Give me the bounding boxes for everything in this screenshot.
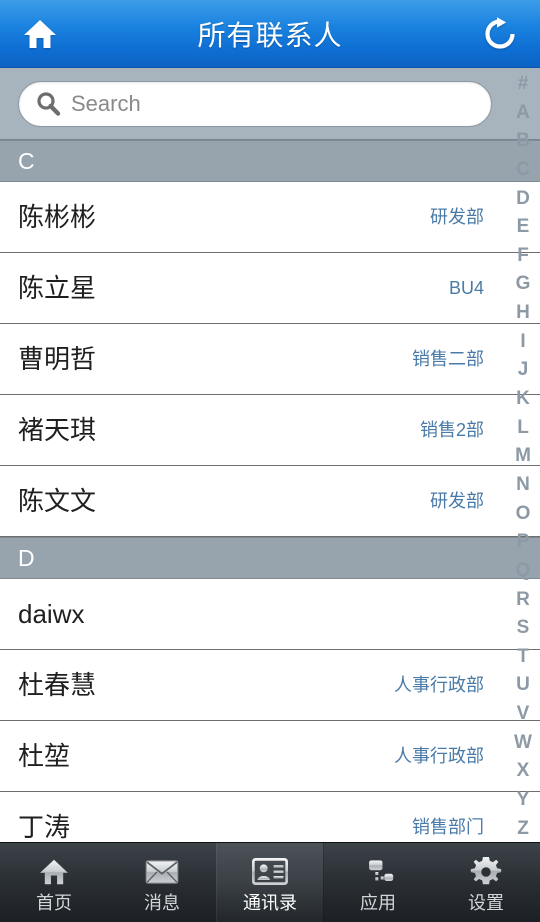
contact-name: 褚天琪 (18, 415, 97, 445)
index-letter-o[interactable]: O (506, 504, 540, 523)
index-letter-i[interactable]: I (506, 332, 540, 351)
index-letter-v[interactable]: V (506, 704, 540, 723)
contact-card-icon (252, 855, 288, 889)
tab-contacts[interactable]: 通讯录 (216, 843, 324, 922)
index-letter-e[interactable]: E (506, 217, 540, 236)
index-letter-z[interactable]: Z (506, 819, 540, 838)
contact-row[interactable]: 陈文文 研发部 (0, 466, 540, 537)
contact-row[interactable]: 陈立星 BU4 (0, 253, 540, 324)
tab-label: 通讯录 (243, 892, 297, 913)
index-letter-y[interactable]: Y (506, 790, 540, 809)
tab-label: 应用 (360, 892, 396, 913)
contact-name: 曹明哲 (18, 344, 97, 374)
refresh-icon (482, 16, 518, 52)
index-letter-f[interactable]: F (506, 246, 540, 265)
index-letter-n[interactable]: N (506, 475, 540, 494)
home-icon (39, 855, 69, 889)
contact-name: 杜堃 (18, 741, 71, 771)
index-letter-g[interactable]: G (506, 274, 540, 293)
bottom-tab-bar: 首页 消息 通讯录 应用 设置 (0, 842, 540, 922)
contact-name: 陈立星 (18, 273, 97, 303)
search-box[interactable] (18, 80, 492, 127)
contact-name: daiwx (18, 599, 85, 629)
contact-name: 杜春慧 (18, 670, 97, 700)
contact-row[interactable]: 褚天琪 销售2部 (0, 395, 540, 466)
index-letter-s[interactable]: S (506, 618, 540, 637)
search-input[interactable] (71, 82, 491, 125)
contact-list[interactable]: C 陈彬彬 研发部 陈立星 BU4 曹明哲 销售二部 褚天琪 销售2部 陈文文 研发部 Ddaiwx 杜… (0, 140, 540, 842)
tab-messages[interactable]: 消息 (108, 843, 216, 922)
section-header-d: D (0, 537, 540, 579)
index-letter-a[interactable]: A (506, 103, 540, 122)
index-letter-r[interactable]: R (506, 590, 540, 609)
index-letter-d[interactable]: D (506, 189, 540, 208)
app-header: 所有联系人 (0, 0, 540, 68)
index-letter-hash[interactable]: # (506, 74, 540, 93)
contact-row[interactable]: 丁涛 销售部门 (0, 792, 540, 842)
index-letter-x[interactable]: X (506, 761, 540, 780)
refresh-button[interactable] (464, 0, 536, 68)
tab-home[interactable]: 首页 (0, 843, 108, 922)
alphabet-index[interactable]: # A B C D E F G H I J K L M N O P Q R S T U V W X Y Z (506, 68, 540, 842)
contact-row[interactable]: 陈彬彬 研发部 (0, 182, 540, 253)
contacts-screen: 所有联系人 C陈彬彬研发部陈立星BU4曹明哲销售二部褚天琪销售2部陈文文研发部D… (0, 0, 540, 922)
contact-name: 陈彬彬 (18, 202, 97, 232)
tab-label: 消息 (144, 892, 180, 913)
home-button[interactable] (4, 0, 76, 68)
contact-row[interactable]: 曹明哲 销售二部 (0, 324, 540, 395)
contact-row[interactable]: 杜春慧 人事行政部 (0, 650, 540, 721)
index-letter-h[interactable]: H (506, 303, 540, 322)
envelope-icon (145, 855, 179, 889)
contact-department: 人事行政部 (394, 675, 484, 695)
contact-row[interactable]: daiwx (0, 579, 540, 650)
index-letter-p[interactable]: P (506, 532, 540, 551)
index-letter-c[interactable]: C (506, 160, 540, 179)
tab-settings[interactable]: 设置 (432, 843, 540, 922)
page-title: 所有联系人 (197, 19, 343, 51)
contact-name: 陈文文 (18, 486, 97, 516)
index-letter-w[interactable]: W (506, 733, 540, 752)
index-letter-u[interactable]: U (506, 675, 540, 694)
index-letter-m[interactable]: M (506, 446, 540, 465)
search-bar-container (0, 68, 540, 140)
contact-name: 丁涛 (18, 812, 71, 842)
apps-node-icon (361, 855, 395, 889)
home-icon (23, 18, 57, 50)
index-letter-b[interactable]: B (506, 131, 540, 150)
index-letter-q[interactable]: Q (506, 561, 540, 580)
contact-department: 人事行政部 (394, 746, 484, 766)
section-header-c: C (0, 140, 540, 182)
index-letter-j[interactable]: J (506, 360, 540, 379)
index-letter-k[interactable]: K (506, 389, 540, 408)
index-letter-l[interactable]: L (506, 418, 540, 437)
tab-label: 设置 (468, 892, 504, 913)
tab-label: 首页 (36, 892, 72, 913)
contact-row[interactable]: 杜堃 人事行政部 (0, 721, 540, 792)
search-icon (35, 91, 61, 117)
index-letter-t[interactable]: T (506, 647, 540, 666)
tab-apps[interactable]: 应用 (324, 843, 432, 922)
gear-icon (470, 855, 502, 889)
